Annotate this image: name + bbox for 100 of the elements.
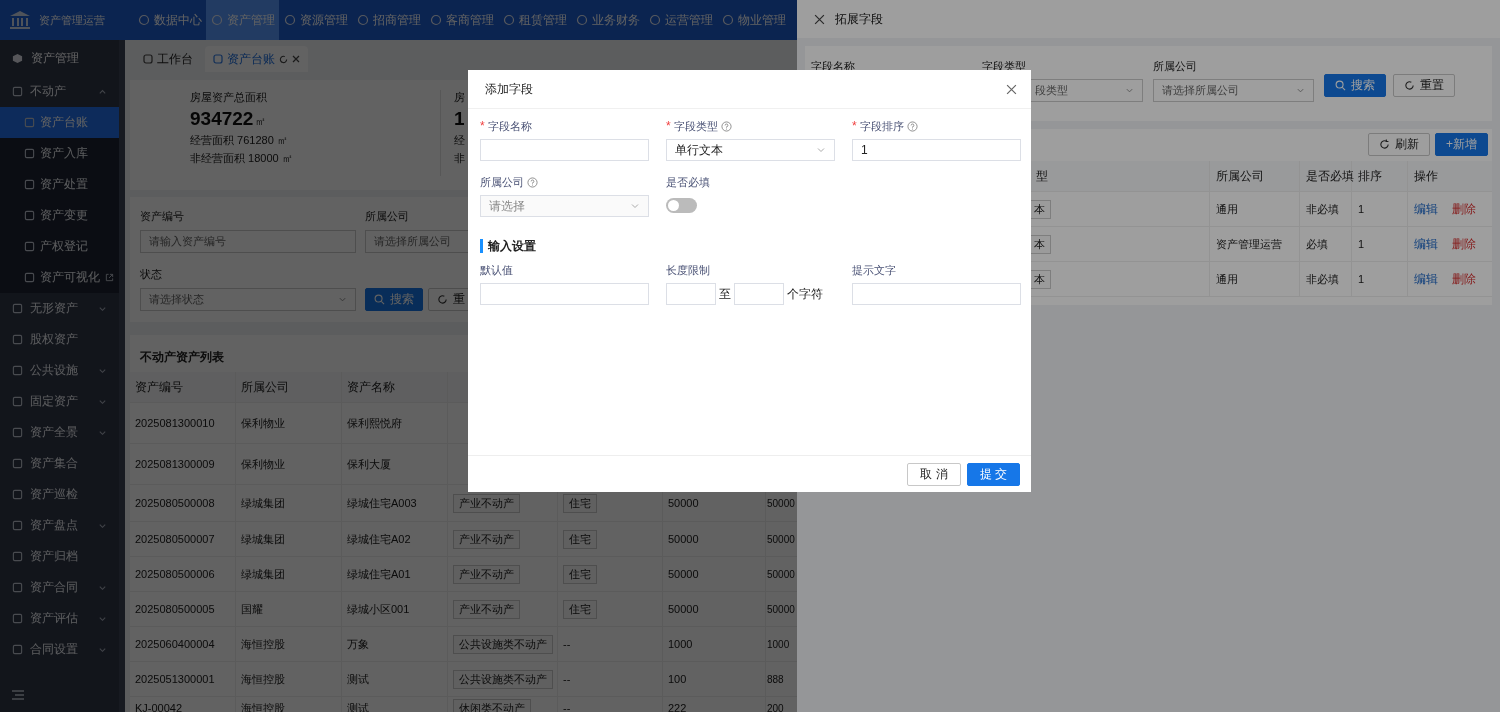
nav-tab[interactable]: 业务财务 (571, 0, 644, 40)
sidebar-item[interactable]: 资产集合 (0, 448, 119, 479)
sidebar-item[interactable]: 公共设施 (0, 355, 119, 386)
type-tag: 产业不动产 (453, 599, 520, 619)
input-field[interactable] (852, 283, 1021, 305)
column-header: 排序 (1352, 161, 1408, 191)
input-field[interactable] (480, 139, 649, 161)
circle-icon (429, 14, 442, 26)
circle-icon (721, 14, 734, 26)
close-icon[interactable] (814, 13, 825, 25)
sidebar-item[interactable]: 固定资产 (0, 386, 119, 417)
sidebar-item[interactable]: 资产评估 (0, 603, 119, 634)
table-cell: 非必填 (1300, 192, 1352, 226)
sidebar-item[interactable]: 资产合同 (0, 572, 119, 603)
nav-tab[interactable]: 客商管理 (425, 0, 498, 40)
search-button[interactable]: 搜索 (365, 288, 423, 311)
type-tag: 产业不动产 (453, 564, 520, 584)
edit-link[interactable]: 编辑 (1414, 270, 1438, 288)
table-cell: 万象 (342, 627, 448, 661)
toggle-switch[interactable] (666, 198, 697, 213)
field-label: 默认值 (480, 262, 513, 278)
nav-tab[interactable]: 租赁管理 (498, 0, 571, 40)
table-cell: 绿城住宅A01 (342, 557, 448, 591)
sidebar-item[interactable]: 资产盘点 (0, 510, 119, 541)
input-field[interactable] (480, 283, 649, 305)
table-cell: 保利物业 (236, 403, 342, 443)
close-icon[interactable] (292, 55, 300, 63)
square-icon (24, 117, 35, 128)
table-cell: -- (563, 638, 571, 650)
field-label: 字段排序 (859, 118, 904, 134)
nav-tab[interactable]: 招商管理 (352, 0, 425, 40)
edit-link[interactable]: 编辑 (1414, 200, 1438, 218)
edit-link[interactable]: 编辑 (1414, 235, 1438, 253)
bank-building-icon (9, 10, 31, 30)
page-tab[interactable]: 工作台 (135, 46, 201, 72)
refresh-icon[interactable] (279, 54, 288, 64)
circle-icon (575, 14, 588, 26)
table-cell: 2025051300001 (130, 662, 236, 696)
sidebar-subitem[interactable]: 资产入库 (0, 138, 119, 169)
select-field[interactable]: 请选择 (480, 195, 649, 217)
required-mark: * (852, 119, 857, 133)
column-header: 资产编号 (130, 372, 236, 402)
table-cell: 100 (668, 673, 687, 685)
square-icon (12, 86, 23, 97)
submit-button[interactable]: 提 交 (966, 462, 1020, 486)
input-field[interactable]: 1 (852, 139, 1021, 161)
delete-link[interactable]: 删除 (1452, 235, 1476, 253)
input-field[interactable] (734, 283, 784, 305)
square-icon (24, 241, 35, 252)
nav-tab[interactable]: 物业管理 (717, 0, 790, 40)
filter-label: 所属公司 (365, 209, 410, 224)
nav-tab[interactable]: 数据中心 (133, 0, 206, 40)
close-icon[interactable] (1006, 83, 1017, 95)
cancel-button[interactable]: 取 消 (907, 462, 961, 486)
sidebar-item[interactable]: 股权资产 (0, 324, 119, 355)
help-icon[interactable] (906, 120, 918, 132)
table-cell: 海恒控股 (236, 627, 342, 661)
search-button[interactable]: 搜索 (1324, 74, 1386, 97)
delete-link[interactable]: 删除 (1452, 270, 1476, 288)
delete-link[interactable]: 删除 (1452, 200, 1476, 218)
column-header: 所属公司 (1210, 161, 1300, 191)
sidebar-subitem[interactable]: 资产台账 (0, 107, 119, 138)
help-icon[interactable] (527, 176, 538, 188)
select-field[interactable]: 请选择所属公司 (1153, 79, 1314, 102)
chevron-icon (98, 428, 107, 437)
column-header: 是否必填 (1300, 161, 1352, 191)
chevron-icon (98, 521, 107, 530)
sidebar-subitem[interactable]: 资产变更 (0, 200, 119, 231)
nav-tab[interactable]: 运营管理 (644, 0, 717, 40)
sidebar-item[interactable]: 资产巡检 (0, 479, 119, 510)
table-cell: 1000 (668, 638, 693, 650)
table-cell: 1 (1352, 262, 1408, 296)
table-cell: 200 (767, 702, 784, 712)
sidebar-subitem[interactable]: 资产处置 (0, 169, 119, 200)
table-cell: 2025060400004 (130, 627, 236, 661)
stat-unit: ㎡ (255, 114, 267, 129)
reset-button[interactable]: 重置 (1393, 74, 1455, 97)
sidebar-subitem[interactable]: 产权登记 (0, 231, 119, 262)
sidebar-item[interactable]: 不动产 (0, 76, 119, 107)
refresh-icon (1404, 80, 1415, 91)
square-icon (12, 334, 23, 345)
refresh-button[interactable]: 刷新 (1368, 133, 1430, 156)
chevron-icon (98, 366, 107, 375)
nav-tab[interactable]: 资源管理 (279, 0, 352, 40)
select-field[interactable]: 单行文本 (666, 139, 835, 161)
menu-icon[interactable] (12, 690, 24, 700)
add-button[interactable]: +新增 (1435, 133, 1488, 156)
table-cell: 50000 (668, 603, 699, 615)
stat-title: 房 (454, 90, 465, 105)
sidebar-item[interactable]: 无形资产 (0, 293, 119, 324)
sidebar-subitem[interactable]: 资产可视化 (0, 262, 119, 293)
sidebar-item[interactable]: 资产全景 (0, 417, 119, 448)
table-cell: 2025080500008 (130, 485, 236, 521)
table-cell: 绿城住宅A003 (342, 485, 448, 521)
square-icon (12, 551, 23, 562)
chevron-icon (98, 583, 107, 592)
square-icon (12, 582, 23, 593)
help-icon[interactable] (720, 120, 732, 132)
page-tab[interactable]: 资产台账 (205, 46, 308, 72)
input-field[interactable] (666, 283, 716, 305)
